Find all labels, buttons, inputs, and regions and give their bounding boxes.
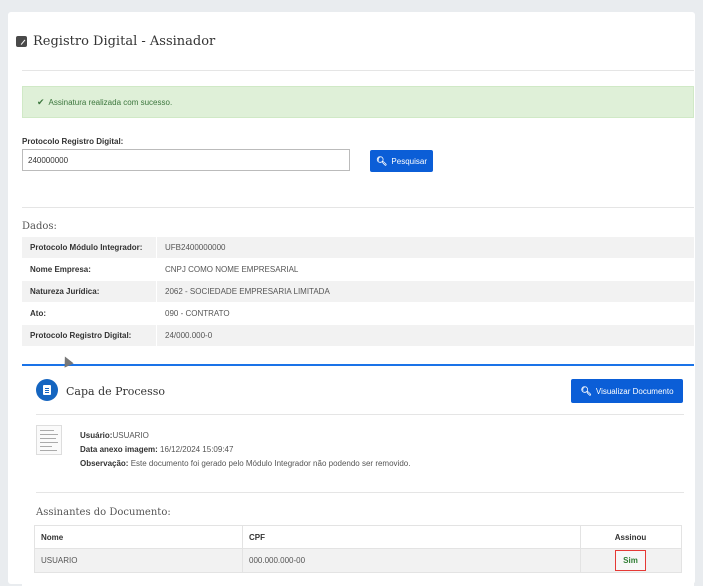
search-icon: 🔍︎ [580,385,592,396]
search-icon: 🔍︎ [375,155,388,166]
dados-key: Ato: [22,302,157,325]
usuario-value: USUARIO [112,431,149,440]
search-button[interactable]: 🔍︎ Pesquisar [370,150,433,172]
data-label: Data anexo imagem: [80,445,158,454]
table-row: Protocolo Módulo Integrador: UFB24000000… [22,237,694,259]
table-row: Natureza Jurídica: 2062 - SOCIEDADE EMPR… [22,280,694,303]
dados-key: Natureza Jurídica: [22,280,157,303]
observacao-label: Observação: [80,459,129,468]
observacao-line: Observação: Este documento foi gerado pe… [80,459,410,468]
signer-assinou-cell: Sim [580,548,682,573]
table-row: Nome Empresa: CNPJ COMO NOME EMPRESARIAL [22,258,694,281]
alert-text: Assinatura realizada com sucesso. [48,97,173,107]
dados-value: 2062 - SOCIEDADE EMPRESARIA LIMITADA [156,280,694,303]
protocol-input[interactable] [22,149,350,171]
signers-heading: Assinantes do Documento: [36,507,171,518]
section-divider [22,207,694,208]
dados-value: 090 - CONTRATO [156,302,694,325]
capa-title: Capa de Processo [66,385,165,398]
observacao-value: Este documento foi gerado pelo Módulo In… [130,459,411,468]
page-header: Registro Digital - Assinador [16,34,215,49]
column-header-cpf: CPF [242,525,581,549]
view-document-label: Visualizar Documento [595,386,674,396]
protocol-label: Protocolo Registro Digital: [22,137,124,146]
dados-key: Protocolo Módulo Integrador: [22,237,157,259]
dados-value: 24/000.000-0 [156,324,694,347]
dados-table: Protocolo Módulo Integrador: UFB24000000… [22,237,694,347]
table-header-row: Nome CPF Assinou [34,525,682,549]
capa-divider [36,414,684,415]
signer-nome: USUARIO [34,548,243,573]
signer-cpf: 000.000.000-00 [242,548,581,573]
check-icon: ✔ [37,96,45,107]
table-row: Ato: 090 - CONTRATO [22,302,694,325]
dados-key: Nome Empresa: [22,258,157,281]
data-value: 16/12/2024 15:09:47 [160,445,234,454]
usuario-label: Usuário: [80,431,113,440]
column-header-nome: Nome [34,525,243,549]
dados-heading: Dados: [22,221,57,232]
document-thumbnail[interactable] [36,425,62,455]
header-divider [22,70,694,71]
success-alert: ✔ Assinatura realizada com sucesso. [22,86,694,118]
signers-divider [36,492,684,493]
data-line: Data anexo imagem: 16/12/2024 15:09:47 [80,445,233,454]
search-button-label: Pesquisar [391,156,427,166]
edit-square-icon [16,36,27,47]
dados-value: UFB2400000000 [156,237,694,259]
dados-key: Protocolo Registro Digital: [22,324,157,347]
dados-value: CNPJ COMO NOME EMPRESARIAL [156,258,694,281]
signers-table: Nome CPF Assinou USUARIO 000.000.000-00 … [34,525,682,573]
signed-status-badge: Sim [615,550,646,571]
document-icon [36,379,58,401]
column-header-assinou: Assinou [580,525,682,549]
table-row: Protocolo Registro Digital: 24/000.000-0 [22,324,694,347]
table-row: USUARIO 000.000.000-00 Sim [34,548,682,573]
usuario-line: Usuário:USUARIO [80,431,149,440]
view-document-button[interactable]: 🔍︎ Visualizar Documento [571,379,683,403]
page-title: Registro Digital - Assinador [33,34,216,49]
